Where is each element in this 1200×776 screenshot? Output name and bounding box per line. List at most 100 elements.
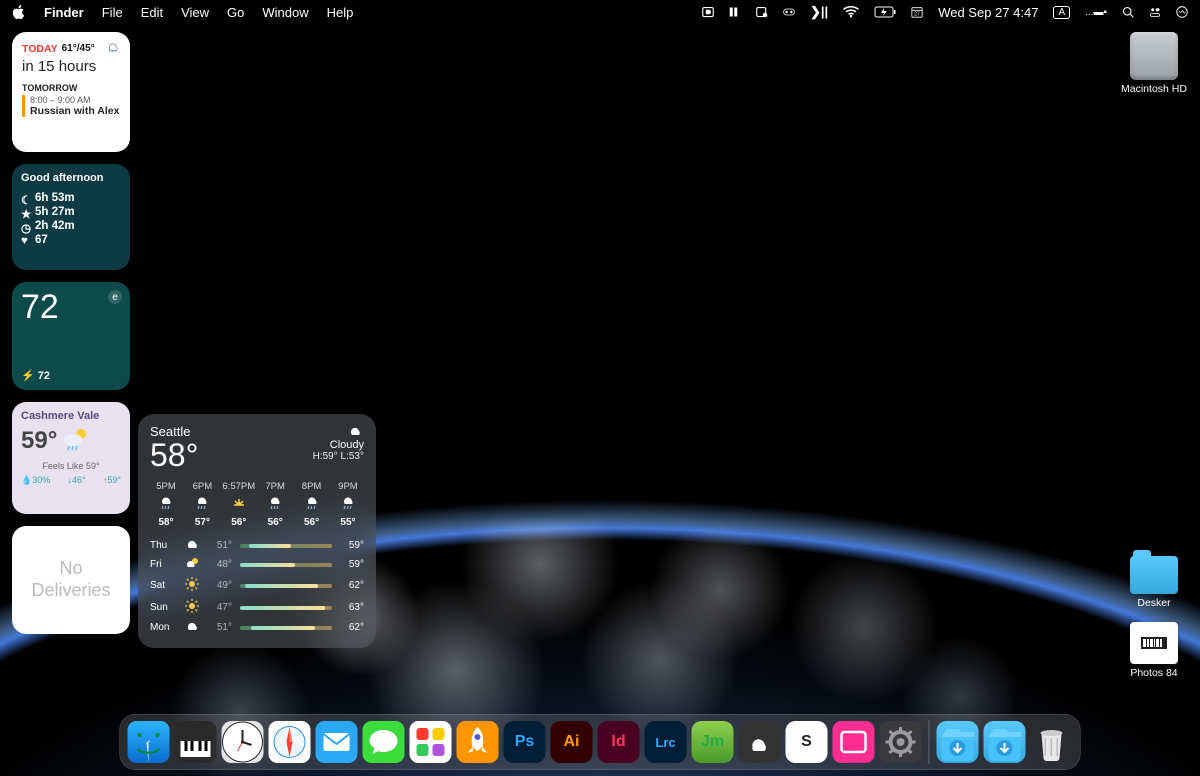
menu-bar: Finder File Edit View Go Window Help ❯||… (0, 0, 1200, 24)
afternoon-widget[interactable]: Good afternoon ☾6h 53m★5h 27m◷2h 42m♥67 (12, 164, 130, 270)
sun-icon (184, 576, 200, 595)
dock-trash[interactable] (1031, 721, 1073, 763)
calendar-widget[interactable]: TODAY 61°/45° in 15 hours TOMORROW 8:00 … (12, 32, 130, 152)
desker-folder-icon[interactable]: Desker (1120, 556, 1188, 609)
seattle-daily: Thu51°59°Fri48°59°Sat49°62°Sun47°63°Mon5… (150, 538, 364, 635)
photos-db-icon[interactable]: Photos 84 (1120, 622, 1188, 679)
calendar-event: 8:00 – 9:00 AM Russian with Alex (22, 95, 120, 117)
dock-colorful[interactable] (410, 721, 452, 763)
rain-icon (194, 495, 210, 514)
cloud-icon (184, 620, 200, 635)
rain-icon (158, 495, 174, 514)
seattle-temp: 58° (150, 439, 198, 471)
dock-media[interactable] (833, 721, 875, 763)
dock-finder[interactable] (128, 721, 170, 763)
hourly-item: 7PM56° (259, 481, 291, 528)
low-stat: ↓46° (67, 475, 85, 486)
afternoon-row: ☾6h 53m (21, 192, 121, 204)
seattle-hourly: 5PM58°6PM57°6:57PM56°7PM56°8PM56°9PM55° (150, 481, 364, 528)
menu-window[interactable]: Window (262, 5, 308, 20)
rain-icon (340, 495, 356, 514)
menulet-d-icon[interactable] (702, 6, 714, 18)
menu-go[interactable]: Go (227, 5, 244, 20)
photosdb-file-icon (1130, 622, 1178, 664)
cloud-icon (313, 424, 364, 439)
dock-messages[interactable] (363, 721, 405, 763)
menu-help[interactable]: Help (327, 5, 354, 20)
menulet-playpause-icon[interactable]: ❯|| (810, 4, 828, 20)
dock-illustrator[interactable]: Ai (551, 721, 593, 763)
menu-file[interactable]: File (102, 5, 123, 20)
menubar-datetime[interactable]: Wed Sep 27 4:47 (938, 5, 1038, 20)
macintosh-hd-icon[interactable]: Macintosh HD (1120, 32, 1188, 95)
today-label: TODAY (22, 43, 58, 55)
battery-icon-2[interactable]: ...▬▪ (1085, 7, 1107, 18)
number-widget[interactable]: 72 e ⚡ 72 (12, 282, 130, 390)
photosdb-label: Photos 84 (1120, 667, 1188, 679)
deliveries-widget[interactable]: NoDeliveries (12, 526, 130, 634)
menu-app-name[interactable]: Finder (44, 5, 84, 20)
rain-icon (106, 41, 120, 56)
hourly-item: 6:57PM56° (223, 481, 255, 528)
cashmere-location: Cashmere Vale (21, 410, 121, 422)
sun-icon (184, 598, 200, 617)
apple-menu-icon[interactable] (12, 5, 26, 19)
star-icon: ★ (21, 207, 31, 217)
afternoon-row: ◷2h 42m (21, 220, 121, 232)
menulet-cal-icon[interactable]: 27 (911, 6, 923, 18)
dock-photoshop[interactable]: Ps (504, 721, 546, 763)
rain-icon (304, 495, 320, 514)
number-big: 72 (21, 290, 121, 324)
desktop-widgets: TODAY 61°/45° in 15 hours TOMORROW 8:00 … (12, 32, 130, 634)
afternoon-row: ★5h 27m (21, 206, 121, 218)
cashmere-stats: 💧30% ↓46° ↑59° (21, 475, 121, 486)
dock-lightroom[interactable]: Lrc (645, 721, 687, 763)
number-corner-icon: e (108, 290, 122, 304)
cashmere-weather-widget[interactable]: Cashmere Vale 59° Feels Like 59° 💧30% ↓4… (12, 402, 130, 514)
hd-drive-icon (1130, 32, 1178, 80)
dock-safari[interactable] (269, 721, 311, 763)
menulet-box-icon[interactable] (756, 6, 768, 18)
dock-downloads[interactable] (937, 721, 979, 763)
dock-folder2[interactable] (984, 721, 1026, 763)
hourly-item: 9PM55° (332, 481, 364, 528)
dock-clock[interactable] (222, 721, 264, 763)
moon-icon: ☾ (21, 193, 31, 203)
dock-jm[interactable]: Jm (692, 721, 734, 763)
seattle-weather-widget[interactable]: Seattle 58° Cloudy H:59° L:53° 5PM58°6PM… (138, 414, 376, 648)
dock-s-app[interactable]: S (786, 721, 828, 763)
menulet-vr-icon[interactable] (783, 6, 795, 18)
heart-icon: ♥ (21, 235, 31, 245)
menulet-panels-icon[interactable] (729, 6, 741, 18)
wifi-icon[interactable] (843, 6, 859, 18)
humidity-stat: 💧30% (21, 475, 50, 486)
seattle-cond: Cloudy (313, 439, 364, 451)
dock-cloud[interactable] (739, 721, 781, 763)
dock-rocket[interactable] (457, 721, 499, 763)
battery-charging-icon[interactable] (874, 6, 896, 18)
hourly-item: 5PM58° (150, 481, 182, 528)
siri-icon[interactable] (1176, 6, 1188, 18)
dock-indesign[interactable]: Id (598, 721, 640, 763)
dock-mail[interactable] (316, 721, 358, 763)
menu-edit[interactable]: Edit (141, 5, 163, 20)
dock-settings[interactable] (880, 721, 922, 763)
dock-music-app[interactable] (175, 721, 217, 763)
high-stat: ↑59° (103, 475, 121, 486)
number-bottom: ⚡ 72 (21, 369, 50, 382)
tomorrow-label: TOMORROW (22, 83, 120, 93)
desktop-wallpaper (0, 0, 1200, 776)
hourly-item: 8PM56° (296, 481, 328, 528)
hourly-item: 6PM57° (186, 481, 218, 528)
daily-row: Mon51°62° (150, 620, 364, 635)
rain-icon (267, 495, 283, 514)
partly-icon (184, 556, 200, 573)
dock-separator (929, 720, 930, 764)
spotlight-icon[interactable] (1122, 6, 1134, 18)
menu-view[interactable]: View (181, 5, 209, 20)
input-source-icon[interactable]: A (1053, 6, 1070, 19)
control-center-icon[interactable] (1149, 6, 1161, 18)
folder-label: Desker (1120, 597, 1188, 609)
sunset-icon (231, 495, 247, 514)
partly-cloudy-icon (61, 426, 91, 455)
